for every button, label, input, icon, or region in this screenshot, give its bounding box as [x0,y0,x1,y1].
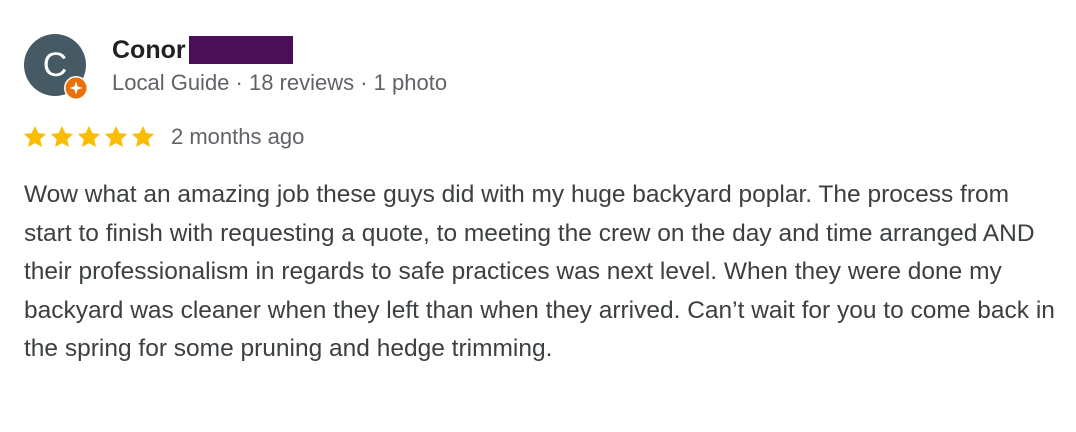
star-rating [22,124,157,150]
local-guide-badge-icon [64,76,88,100]
redacted-surname [188,36,293,64]
review-time: 2 months ago [171,124,305,149]
reviewer-meta: Local Guide · 18 reviews · 1 photo [112,70,448,95]
star-icon [131,125,155,147]
star-icon [77,125,101,147]
reviewer-name-row: Conor [112,34,293,66]
review-card: C Conor Local Guide · 18 reviews · 1 pho… [0,0,1076,432]
star-icon [50,125,74,147]
rating-row: 2 months ago [22,120,304,154]
star-icon [104,125,128,147]
star-icon [23,125,47,147]
reviewer-name[interactable]: Conor [112,34,186,66]
review-text: Wow what an amazing job these guys did w… [24,181,1055,362]
